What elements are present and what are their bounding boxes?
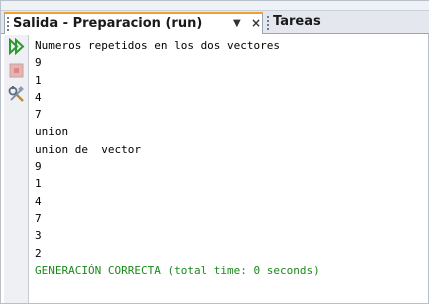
double-play-icon	[9, 37, 25, 56]
output-line: Numeros repetidos en los dos vectores	[35, 39, 281, 52]
output-line: 9	[35, 56, 42, 70]
output-line: union de vector	[35, 142, 141, 156]
output-line: 4	[35, 90, 42, 104]
output-toolbar	[4, 35, 29, 303]
output-line: 7	[35, 211, 42, 225]
rerun-button[interactable]	[7, 37, 26, 56]
output-line: 3	[35, 229, 42, 243]
output-line: 1	[35, 73, 42, 87]
tab-grip-handle[interactable]	[7, 17, 11, 31]
close-icon[interactable]: ×	[251, 15, 261, 31]
output-line: 7	[35, 108, 42, 122]
tab-output-label: Salida - Preparacion (run)	[13, 16, 203, 31]
build-status-line: GENERACIÓN CORRECTA (total time: 0 secon…	[35, 263, 320, 277]
output-line: 1	[35, 177, 42, 191]
output-line: 2	[35, 246, 42, 260]
tab-grip-handle[interactable]	[267, 16, 271, 30]
output-line: 4	[35, 194, 42, 208]
window-top-strip	[1, 1, 429, 11]
tab-tasks-label: Tareas	[273, 14, 321, 29]
tab-bar: Salida - Preparacion (run) ▼ × Tareas	[1, 11, 429, 34]
console-output[interactable]: Numeros repetidos en los dos vectores 9 …	[35, 37, 428, 303]
dropdown-arrow-icon[interactable]: ▼	[233, 17, 241, 31]
output-line: union	[35, 125, 69, 139]
settings-button[interactable]	[7, 85, 26, 104]
tab-tasks[interactable]: Tareas	[265, 13, 345, 33]
output-window: Salida - Preparacion (run) ▼ × Tareas Nu…	[0, 0, 429, 304]
stop-button[interactable]	[7, 61, 26, 80]
tab-output[interactable]: Salida - Preparacion (run) ▼ ×	[4, 12, 263, 34]
tools-icon	[8, 86, 24, 102]
stop-icon	[9, 63, 24, 78]
output-line: 9	[35, 160, 42, 174]
